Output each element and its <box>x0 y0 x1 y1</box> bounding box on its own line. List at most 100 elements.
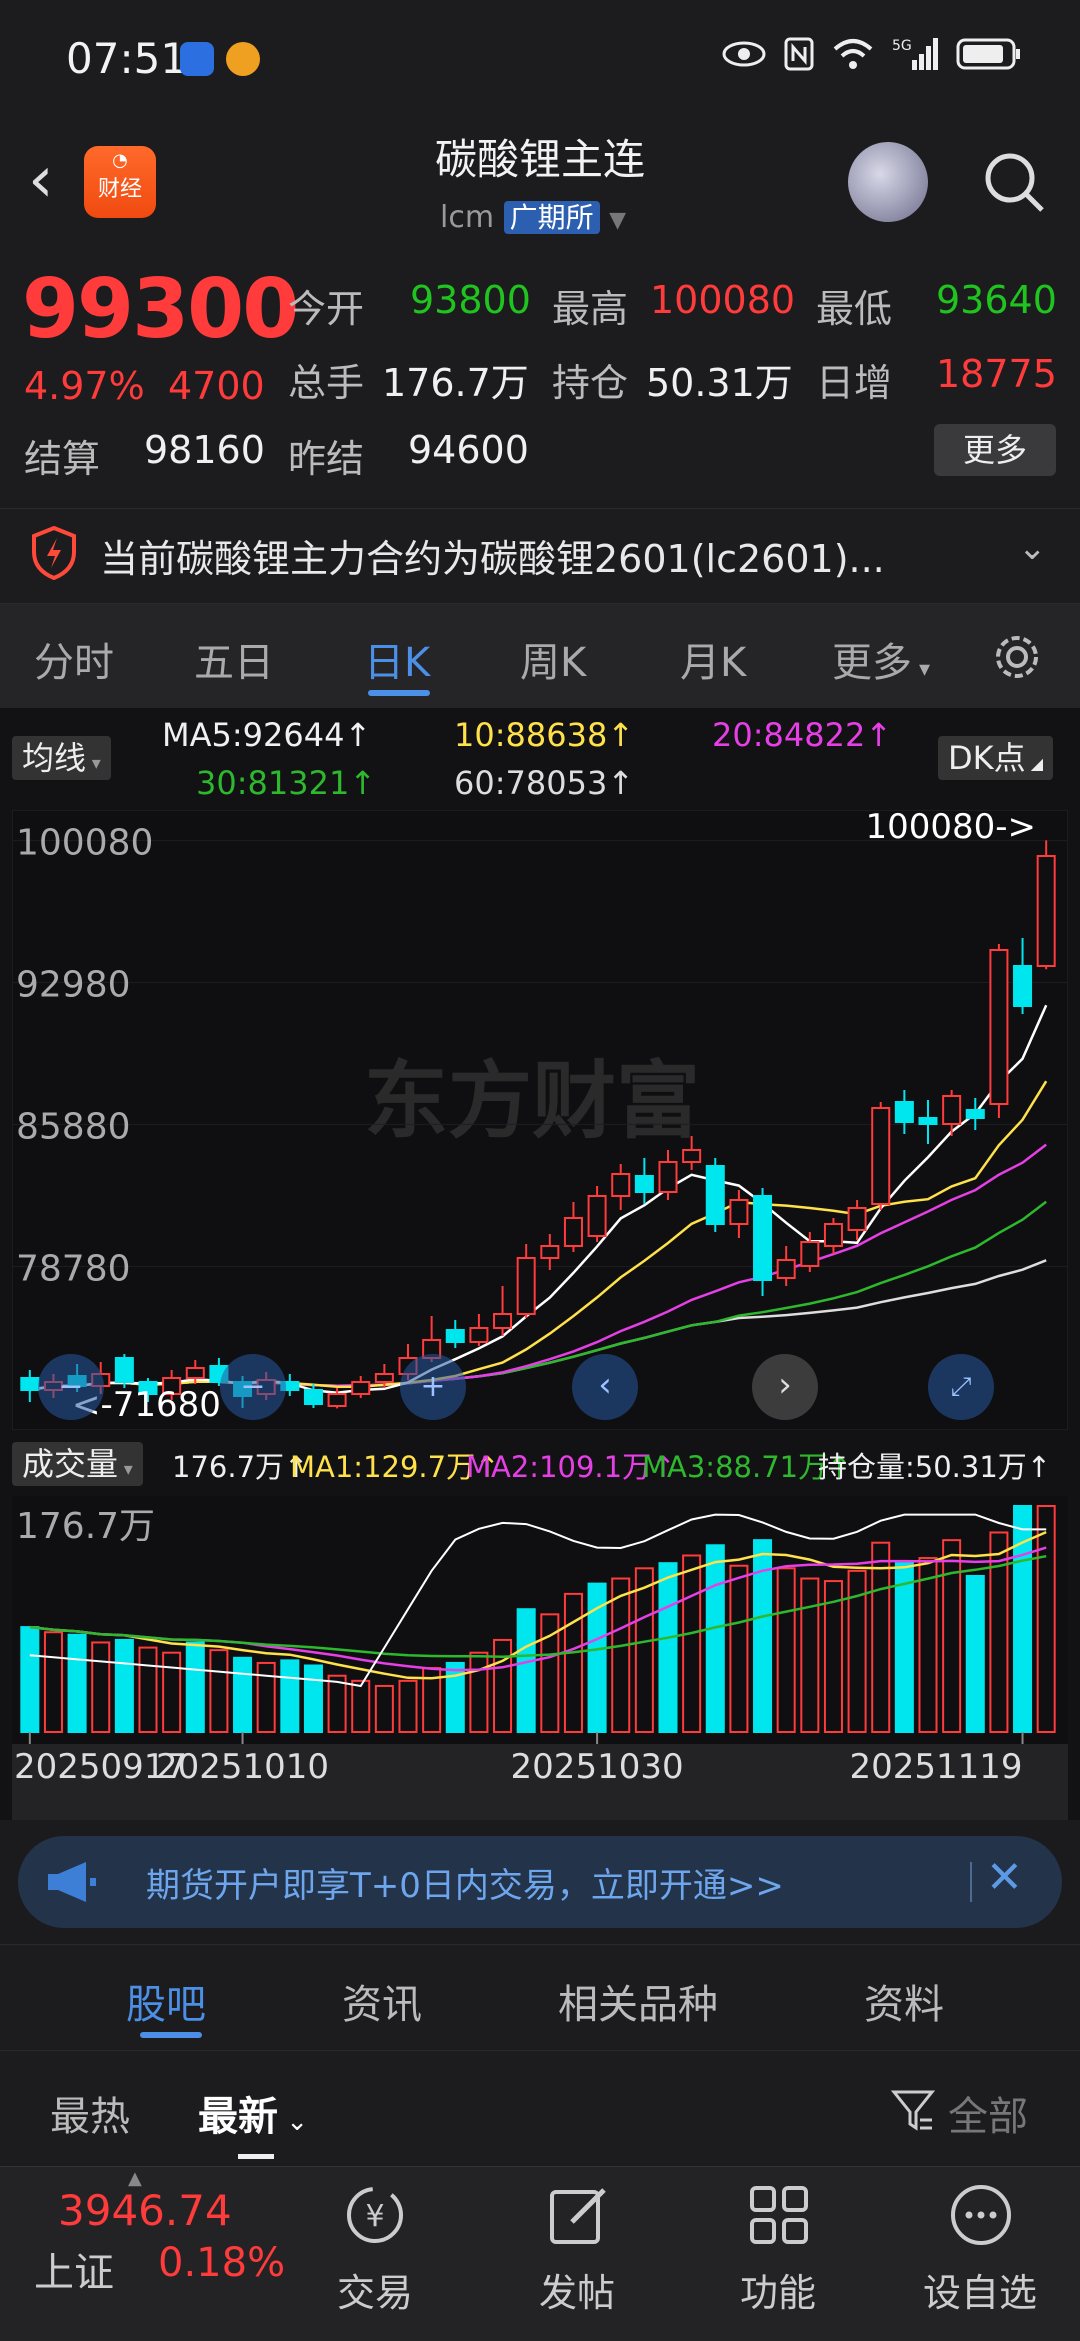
candle-body <box>705 1165 725 1225</box>
footer-watchlist[interactable]: 设自选 <box>910 2262 1050 2317</box>
x-tick-label: 20251010 <box>156 1747 329 1787</box>
search-icon[interactable] <box>980 148 1048 216</box>
volume-ma2-text: MA2:109.1万 <box>466 1450 652 1484</box>
candle-body <box>327 1393 347 1407</box>
ma60-text: 60:78053 <box>454 764 608 802</box>
contract-code: lcm <box>440 200 495 235</box>
volume-bar <box>942 1539 962 1734</box>
candle-body <box>753 1195 773 1281</box>
max-price-annotation: 100080-> <box>865 810 1036 847</box>
volume-bar <box>800 1577 820 1733</box>
candle-body <box>445 1329 465 1343</box>
zoom-in-button[interactable]: + <box>400 1354 466 1420</box>
ma20-text: 20:84822 <box>712 716 866 754</box>
prev-settle-value: 94600 <box>408 428 529 472</box>
tab-related[interactable]: 相关品种 <box>558 1972 718 2030</box>
zoom-out-button-2[interactable]: − <box>220 1354 286 1420</box>
volume-chart[interactable]: 176.7万2025091720251010 20251030 20251119 <box>12 1496 1068 1820</box>
more-quote-button[interactable]: 更多 <box>934 424 1056 476</box>
candle-body <box>540 1245 560 1259</box>
candlestick-chart[interactable]: 东方财富100080929808588078780100080-><-71680 <box>12 810 1068 1430</box>
volume-bar <box>398 1679 418 1734</box>
sort-latest[interactable]: 最新 ⌄ <box>198 2084 308 2142</box>
dk-point-label: DK点 <box>948 739 1026 777</box>
tab-forum[interactable]: 股吧 <box>126 1972 206 2030</box>
volume-bar <box>705 1544 725 1733</box>
volume-axis-top-label: 176.7万 <box>16 1506 155 1547</box>
tab-news[interactable]: 资讯 <box>342 1972 422 2030</box>
tab-monthly-k[interactable]: 月K <box>680 630 746 688</box>
change-percent: 4.97% <box>24 364 145 408</box>
index-name: 上证 <box>34 2250 114 2296</box>
footer-trade[interactable]: 交易 <box>305 2262 445 2317</box>
candle-body <box>682 1149 702 1163</box>
volume-bar <box>871 1541 891 1733</box>
daily-increase-label: 日增 <box>816 361 893 405</box>
tab-intraday[interactable]: 分时 <box>34 630 114 688</box>
ma5-value: MA5:92644↑ <box>162 716 372 754</box>
page-title: 碳酸锂主连 <box>434 135 645 184</box>
post-edit-icon[interactable] <box>544 2180 614 2250</box>
candle-body <box>185 1367 205 1379</box>
scroll-right-button[interactable]: › <box>752 1354 818 1420</box>
status-time: 07:51 <box>66 34 188 83</box>
y-tick-label: 92980 <box>16 964 131 1005</box>
index-value[interactable]: 3946.74 <box>58 2186 232 2235</box>
candle-body <box>823 1223 843 1247</box>
latest-indicator <box>238 2154 274 2159</box>
x-tick-label: 20251030 <box>511 1747 684 1787</box>
candle-body <box>989 949 1009 1105</box>
volume-bar <box>303 1664 323 1733</box>
filter-icon[interactable] <box>890 2088 936 2134</box>
tab-more[interactable]: 更多 ▾ <box>832 630 930 688</box>
function-grid-icon[interactable] <box>744 2180 814 2250</box>
candle-body <box>1013 965 1033 1007</box>
fullscreen-expand-icon[interactable]: ⤢ <box>928 1354 994 1420</box>
trade-yuan-icon[interactable]: ¥ <box>340 2180 410 2250</box>
wifi-icon <box>833 39 873 69</box>
candle-body <box>894 1101 914 1123</box>
candle-body <box>800 1241 820 1267</box>
indicator-selector[interactable]: 成交量 ▾ <box>12 1442 143 1486</box>
candle-body <box>729 1199 749 1225</box>
tab-five-day[interactable]: 五日 <box>194 630 274 688</box>
chevron-down-icon[interactable]: ⌄ <box>1018 528 1047 568</box>
candle-body <box>374 1373 394 1383</box>
candle-body <box>942 1095 962 1125</box>
tab-profile[interactable]: 资料 <box>864 1972 944 2030</box>
add-watchlist-icon[interactable] <box>946 2180 1016 2250</box>
app-logo[interactable]: ◔ 财经 <box>84 146 156 218</box>
ma10-value: 10:88638↑ <box>454 716 635 754</box>
megaphone-icon <box>48 1862 96 1902</box>
settings-gear-icon[interactable] <box>990 630 1044 684</box>
chart-watermark: 东方财富 <box>364 1052 700 1150</box>
volume-bar <box>256 1661 276 1734</box>
footer-post[interactable]: 发帖 <box>507 2262 647 2317</box>
position-label: 持仓 <box>552 361 629 405</box>
ma5-text: MA5:92644 <box>162 716 345 754</box>
footer-function[interactable]: 功能 <box>708 2262 848 2317</box>
candle-body <box>351 1381 371 1395</box>
filter-all[interactable]: 全部 <box>948 2084 1028 2142</box>
high-value: 100080 <box>650 278 796 322</box>
tab-weekly-k[interactable]: 周K <box>520 630 586 688</box>
volume-bar <box>280 1659 300 1733</box>
chevron-down-icon: ▼ <box>609 208 627 233</box>
volume-bar <box>67 1633 87 1733</box>
close-icon[interactable]: ✕ <box>986 1852 1023 1903</box>
tab-daily-k[interactable]: 日K <box>364 630 430 688</box>
scroll-left-button[interactable]: ‹ <box>572 1354 638 1420</box>
back-button[interactable]: ‹ <box>28 148 54 212</box>
prev-settle-label: 昨结 <box>288 437 365 481</box>
banner-divider <box>970 1862 972 1902</box>
robot-avatar-icon[interactable] <box>848 142 928 222</box>
zoom-out-button[interactable]: − <box>38 1354 104 1420</box>
volume-bar <box>114 1638 134 1733</box>
last-price: 99300 <box>22 262 299 357</box>
open-interest: 持仓量:50.31万↑ <box>818 1450 1052 1484</box>
ma-selector[interactable]: 均线 ▾ <box>12 736 111 780</box>
volume-current-text: 176.7万 <box>172 1450 285 1484</box>
dk-point-button[interactable]: DK点 ◢ <box>938 736 1054 780</box>
contract-subtitle[interactable]: lcm 广期所 ▼ <box>440 196 626 236</box>
sort-hot[interactable]: 最热 <box>50 2084 130 2142</box>
